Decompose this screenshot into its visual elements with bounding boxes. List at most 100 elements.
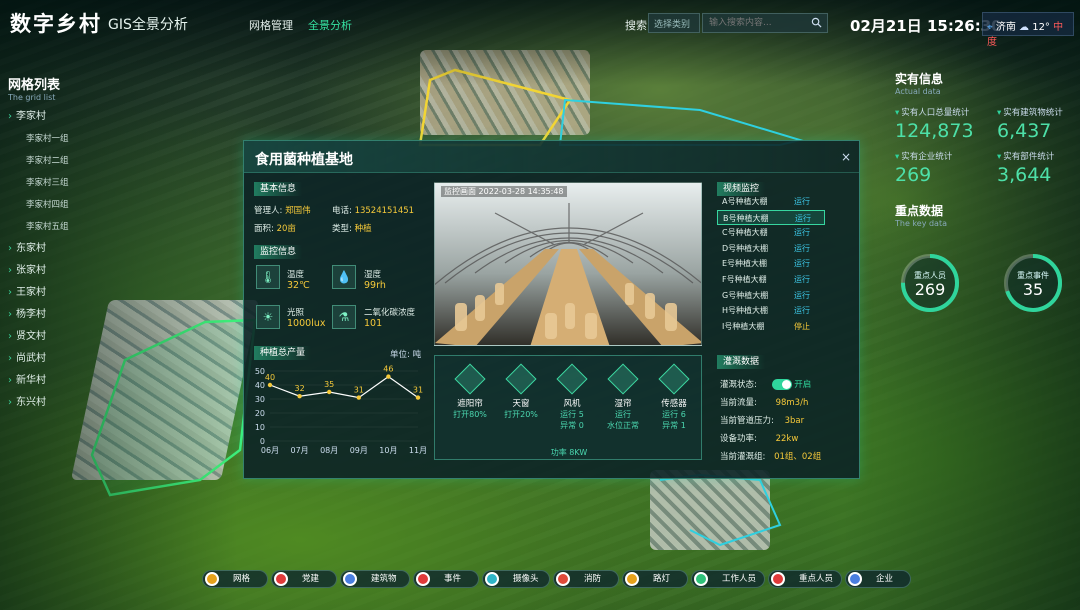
village-area [420,50,590,135]
search-category-select[interactable]: 选择类别 [648,13,700,33]
greenhouse-name: B号种植大棚 [723,213,769,223]
layer-icon [205,572,219,586]
irrigation-toggle[interactable] [771,379,792,390]
greenhouse-row[interactable]: G号种植大棚 运行 [717,288,825,304]
grid-group-item[interactable]: 李家村五组 [8,216,98,238]
device-item[interactable]: 遮阳帘 打开80% [450,363,490,420]
greenhouse-status: 运行 [794,306,810,316]
device-status: 运行 6 [662,410,686,419]
layer-toggle[interactable]: 事件 [413,570,479,588]
x-tick-label: 07月 [291,446,309,455]
modal-title: 食用菌种植基地 [255,152,353,168]
layer-label: 消防 [584,574,602,584]
device-name: 风机 [563,399,581,409]
device-icon [607,363,639,395]
grid-village-item[interactable]: 东兴村 [8,392,98,414]
grid-village-item[interactable]: 贤文村 [8,326,98,348]
device-power: 功率 8KW [550,448,588,457]
device-name: 传感器 [661,399,687,409]
greenhouse-status: 运行 [794,259,810,269]
grid-village-item[interactable]: 张家村 [8,260,98,282]
camera-feed[interactable]: 监控画面 2022-03-28 14:35:48 [434,182,702,346]
greenhouse-row[interactable]: D号种植大棚 运行 [717,241,825,257]
key-data-title: 重点数据 [895,204,944,218]
temperature: 12° [1032,22,1050,33]
irrigation-tag: 灌溉数据 [717,355,766,369]
layer-toggle[interactable]: 路灯 [622,570,688,588]
grid-village-item[interactable]: 尚武村 [8,348,98,370]
greenhouse-row[interactable]: C号种植大棚 运行 [717,225,825,241]
co2-value: 101 [364,318,383,329]
layer-toggle[interactable]: 党建 [271,570,337,588]
device-item[interactable]: 天窗 打开20% [501,363,541,420]
city-label: 济南 [995,22,1016,33]
device-icon [505,363,537,395]
real-info-panel: 实有信息 Actual data ▾ 实有人口总量统计 124,873 ▾ 实有建筑物… [895,70,1075,228]
y-tick-label: 0 [260,437,265,446]
layer-icon [771,572,785,586]
layer-toggle[interactable]: 建筑物 [340,570,410,588]
device-icon [658,363,690,395]
nav-panorama-analysis[interactable]: 全景分析 [308,17,352,33]
area-field: 面积: 20亩 [254,224,296,234]
greenhouse-row[interactable]: A号种植大棚 运行 [717,194,825,210]
greenhouse-status: 运行 [795,213,811,223]
device-item[interactable]: 传感器 运行 6 异常 1 [654,363,694,431]
device-item[interactable]: 风机 运行 5 异常 0 [552,363,592,431]
grid-village-item[interactable]: 东家村 [8,238,98,260]
layer-toggle[interactable]: 工作人员 [691,570,765,588]
grid-village-item[interactable]: 新华村 [8,370,98,392]
layer-label: 工作人员 [722,574,757,584]
ring-value-key-persons: 269 [914,280,946,299]
greenhouse-name: A号种植大棚 [722,197,768,206]
data-point [386,374,391,379]
layer-label: 路灯 [653,574,671,584]
greenhouse-row[interactable]: H号种植大棚 运行 [717,303,825,319]
x-tick-label: 08月 [320,446,338,455]
greenhouse-row[interactable]: E号种植大棚 运行 [717,256,825,272]
search-label: 搜索 [625,19,647,32]
y-tick-label: 40 [255,381,265,390]
grid-village-item[interactable]: 杨李村 [8,304,98,326]
layer-toggle[interactable]: 网格 [202,570,268,588]
greenhouse-status: 停止 [794,321,810,331]
layer-toggle[interactable]: 摄像头 [482,570,550,588]
data-point [356,395,361,400]
device-status: 打开20% [504,410,538,419]
data-point [327,389,332,395]
component-icon: ▾ [997,152,1002,162]
device-status: 水位正常 [607,421,639,430]
search-icon[interactable] [811,17,822,28]
device-item[interactable]: 湿帘 运行 水位正常 [603,363,643,431]
irrigation-status: 灌溉状态: 开启 [720,379,812,390]
greenhouse-name: E号种植大棚 [722,259,768,269]
layer-toggle[interactable]: 企业 [845,570,911,588]
greenhouse-status: 运行 [794,243,810,253]
production-tag: 种植总产量 [254,346,312,360]
layer-toggle[interactable]: 重点人员 [768,570,842,588]
greenhouse-row[interactable]: F号种植大棚 运行 [717,272,825,288]
close-icon[interactable]: × [841,150,851,164]
key-data-subtitle: The key data [895,219,947,228]
grid-group-item[interactable]: 李家村四组 [8,194,98,216]
search-input[interactable] [702,13,828,33]
top-bar: 数字乡村 GIS全景分析 网格管理 全景分析 搜索 选择类别 02月21日 15… [0,0,1080,48]
grid-village-item[interactable]: 李家村 [8,106,98,128]
irrigation-power: 设备功率: 22kw [720,434,799,444]
flask-icon: ⚗ [332,305,356,329]
grid-village-item[interactable]: 王家村 [8,282,98,304]
greenhouse-row[interactable]: B号种植大棚 运行 [717,209,825,226]
layer-toggle[interactable]: 消防 [553,570,619,588]
data-label: 31 [354,386,364,395]
device-name: 遮阳帘 [457,399,483,409]
device-name: 湿帘 [614,399,632,409]
greenhouse-row[interactable]: I号种植大棚 停止 [717,319,825,335]
device-status: 运行 5 [560,410,584,419]
temperature-value: 32℃ [287,280,310,291]
grid-group-item[interactable]: 李家村二组 [8,150,98,172]
grid-group-item[interactable]: 李家村一组 [8,128,98,150]
device-icon [556,363,588,395]
grid-group-item[interactable]: 李家村三组 [8,172,98,194]
device-name: 天窗 [512,399,530,409]
nav-grid-management[interactable]: 网格管理 [249,17,293,33]
